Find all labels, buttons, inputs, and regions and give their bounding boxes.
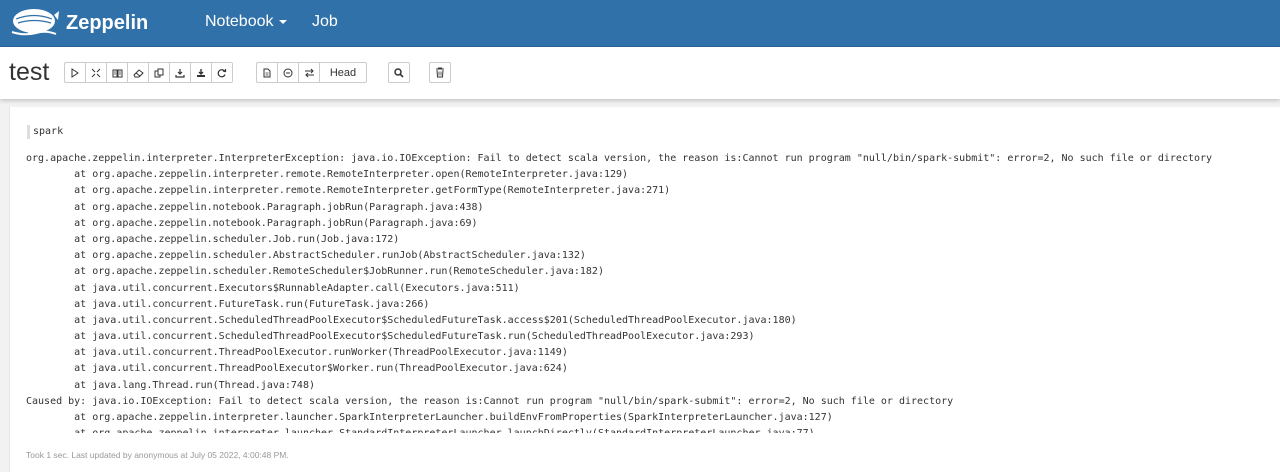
output-line: at org.apache.zeppelin.interpreter.launc… [26,426,1276,433]
output-line: at org.apache.zeppelin.scheduler.Abstrac… [26,250,586,262]
run-all-button[interactable] [64,62,86,83]
zeppelin-logo-icon [11,9,59,36]
output-line: at org.apache.zeppelin.notebook.Paragrap… [26,217,478,229]
output-line: org.apache.zeppelin.interpreter.Interpre… [26,153,1213,164]
note-version-toolbar: Head [256,62,367,83]
note-run-toolbar [64,62,233,83]
download-note-button[interactable] [190,62,212,83]
download-icon [197,68,205,77]
clone-note-button[interactable] [148,62,170,83]
output-line: at java.util.concurrent.FutureTask.run(F… [26,298,430,310]
output-line: at java.util.concurrent.ScheduledThreadP… [26,314,797,326]
export-icon [175,68,185,78]
paragraph-container[interactable]: spark org.apache.zeppelin.interpreter.In… [9,107,1280,472]
note-action-bar: test Head [0,47,1280,99]
eraser-icon [132,68,144,77]
paragraph-output: org.apache.zeppelin.interpreter.Interpre… [26,151,1276,433]
nav-notebook-label[interactable]: Notebook [205,13,274,30]
reload-note-button[interactable] [211,62,233,83]
hide-code-button[interactable] [85,62,107,83]
search-icon [394,67,404,78]
hide-output-button[interactable] [106,62,128,83]
output-line: at org.apache.zeppelin.interpreter.remot… [26,169,629,181]
brand-name[interactable]: Zeppelin [66,12,148,35]
top-navbar: Zeppelin Notebook Job [0,0,1280,47]
switch-revision-button[interactable] [298,62,320,83]
refresh-icon [217,68,227,77]
collapse-icon [91,68,101,77]
nav-job-link[interactable]: Job [312,0,338,46]
output-line: at org.apache.zeppelin.scheduler.RemoteS… [26,266,604,278]
paragraph-status: Took 1 sec. Last updated by anonymous at… [26,450,289,460]
output-line: at java.util.concurrent.ThreadPoolExecut… [26,363,568,375]
output-line: at java.util.concurrent.ThreadPoolExecut… [26,347,568,359]
export-note-button[interactable] [169,62,191,83]
output-line: at java.lang.Thread.run(Thread.java:748) [26,379,315,391]
note-title[interactable]: test [9,57,49,87]
output-line: at java.util.concurrent.ScheduledThreadP… [26,331,755,343]
clear-output-button[interactable] [127,62,149,83]
brand-logo-link[interactable]: Zeppelin [10,4,148,42]
delete-note-button[interactable] [429,62,451,83]
compare-revisions-button[interactable] [277,62,299,83]
output-line: at org.apache.zeppelin.interpreter.remot… [26,185,671,197]
output-line: at org.apache.zeppelin.interpreter.launc… [26,412,833,423]
output-line: Caused by: java.io.IOException: Fail to … [26,395,954,407]
exchange-icon [304,68,314,77]
caret-down-icon [278,19,287,24]
search-code-button[interactable] [388,62,410,83]
copy-icon [154,68,164,77]
minus-circle-icon [283,68,293,77]
trash-icon [436,67,444,78]
paragraph-editor[interactable]: spark [27,125,63,139]
book-icon [112,69,122,77]
output-line: at java.util.concurrent.Executors$Runnab… [26,282,520,294]
revision-head-button[interactable]: Head [319,62,367,83]
output-line: at org.apache.zeppelin.notebook.Paragrap… [26,201,484,213]
nav-notebook-menu[interactable]: Notebook [205,0,287,46]
play-icon [71,67,79,78]
commit-note-button[interactable] [256,62,278,83]
nav-job-label[interactable]: Job [312,13,338,30]
file-icon [263,68,271,77]
output-line: at org.apache.zeppelin.scheduler.Job.run… [26,233,400,245]
